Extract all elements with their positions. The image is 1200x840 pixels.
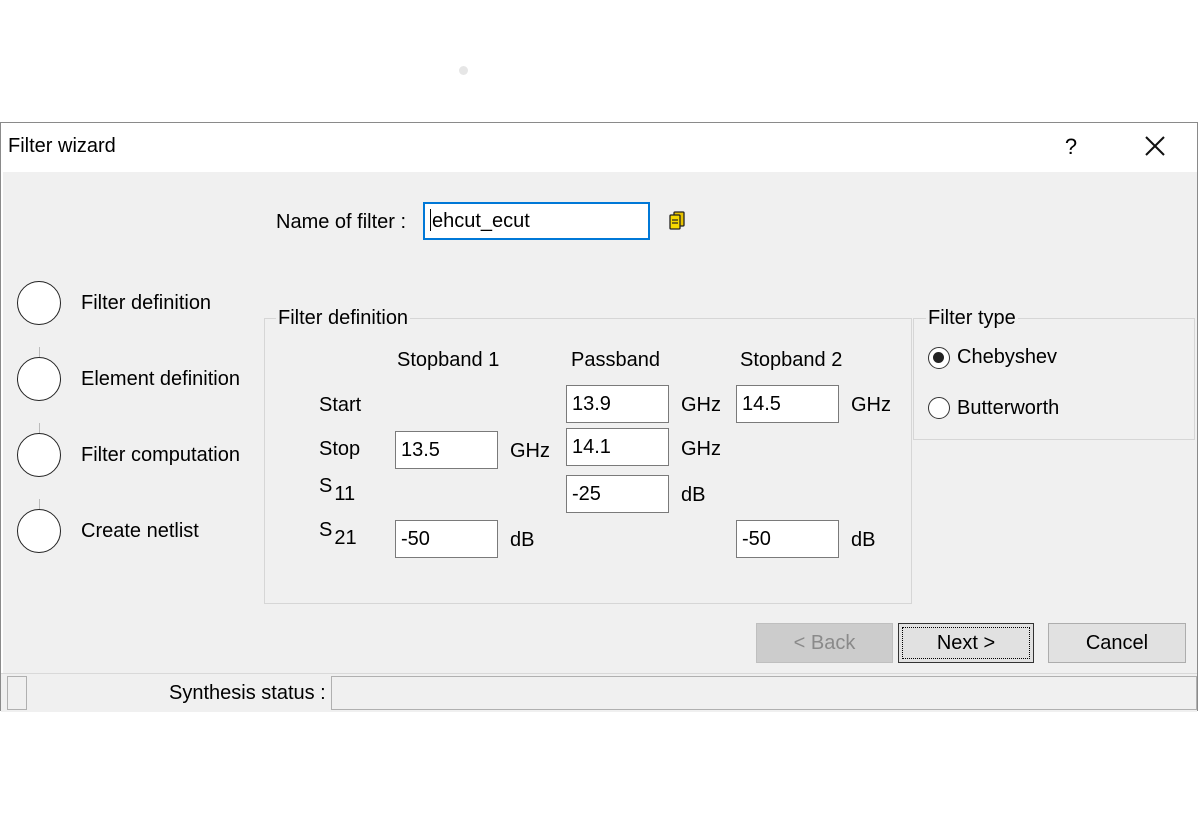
step-label: Create netlist — [81, 520, 199, 542]
close-icon — [1145, 136, 1165, 156]
row-label-s21: S 21 — [319, 519, 357, 549]
step-indicator — [17, 357, 61, 401]
chebyshev-label[interactable]: Chebyshev — [957, 346, 1057, 369]
window-title: Filter wizard — [8, 135, 116, 157]
filter-type-group — [913, 318, 1195, 440]
step-filter-computation: Filter computation — [17, 433, 257, 481]
column-stopband-2: Stopband 2 — [740, 349, 843, 371]
database-icon[interactable] — [667, 209, 689, 231]
chebyshev-radio[interactable] — [928, 347, 950, 369]
wizard-steps-panel: Filter definition Element definition Fil… — [3, 172, 259, 673]
row-label-start: Start — [319, 394, 362, 416]
step-indicator — [17, 433, 61, 477]
column-passband: Passband — [571, 349, 660, 371]
filter-definition-title: Filter definition — [276, 307, 411, 330]
s21-stopband1-unit: dB — [510, 529, 535, 551]
start-passband-unit: GHz — [681, 394, 721, 416]
s21-stopband2-unit: dB — [851, 529, 876, 551]
next-button[interactable]: Next > — [898, 623, 1034, 663]
s11-passband-input[interactable]: -25 — [566, 475, 669, 513]
close-button[interactable] — [1138, 131, 1172, 163]
text-caret — [430, 209, 431, 231]
s21-subscript: 21 — [334, 527, 357, 549]
focus-ring — [902, 627, 1030, 659]
filter-wizard-dialog: Filter wizard ? Filter definition Elemen… — [0, 122, 1198, 712]
stop-stopband1-input[interactable]: 13.5 — [395, 431, 498, 469]
step-label: Filter definition — [81, 292, 212, 314]
step-indicator — [17, 281, 61, 325]
wizard-content: Name of filter : ehcut_ecut Filter defin… — [259, 172, 1197, 673]
butterworth-radio[interactable] — [928, 397, 950, 419]
butterworth-label[interactable]: Butterworth — [957, 397, 1059, 420]
start-stopband2-input[interactable]: 14.5 — [736, 385, 839, 423]
filter-type-title: Filter type — [926, 307, 1018, 330]
step-create-netlist: Create netlist — [17, 509, 257, 557]
stop-stopband1-unit: GHz — [510, 440, 550, 462]
row-label-s11: S 11 — [319, 475, 355, 505]
synthesis-status-field — [331, 676, 1197, 710]
s11-subscript: 11 — [334, 483, 356, 505]
help-button[interactable]: ? — [1056, 131, 1086, 163]
back-button[interactable]: < Back — [756, 623, 893, 663]
step-indicator — [17, 509, 61, 553]
column-stopband-1: Stopband 1 — [397, 349, 500, 371]
status-indicator — [7, 676, 27, 710]
step-filter-definition: Filter definition — [17, 281, 257, 329]
filter-name-value: ehcut_ecut — [432, 210, 530, 232]
filter-name-input[interactable]: ehcut_ecut — [423, 202, 650, 240]
s11-passband-unit: dB — [681, 484, 706, 506]
row-label-stop: Stop — [319, 438, 361, 460]
status-bar: Synthesis status : — [1, 673, 1197, 712]
name-of-filter-label: Name of filter : — [276, 211, 407, 233]
step-label: Filter computation — [81, 444, 240, 466]
step-label: Element definition — [81, 368, 240, 390]
synthesis-status-label: Synthesis status : — [169, 682, 326, 704]
step-element-definition: Element definition — [17, 357, 257, 405]
s21-symbol: S — [319, 519, 333, 541]
s21-stopband1-input[interactable]: -50 — [395, 520, 498, 558]
start-passband-input[interactable]: 13.9 — [566, 385, 669, 423]
s11-symbol: S — [319, 475, 333, 497]
stop-passband-unit: GHz — [681, 438, 721, 460]
start-stopband2-unit: GHz — [851, 394, 891, 416]
s21-stopband2-input[interactable]: -50 — [736, 520, 839, 558]
title-bar: Filter wizard ? — [1, 123, 1197, 171]
stop-passband-input[interactable]: 14.1 — [566, 428, 669, 466]
background-dot — [459, 66, 468, 75]
cancel-button[interactable]: Cancel — [1048, 623, 1186, 663]
